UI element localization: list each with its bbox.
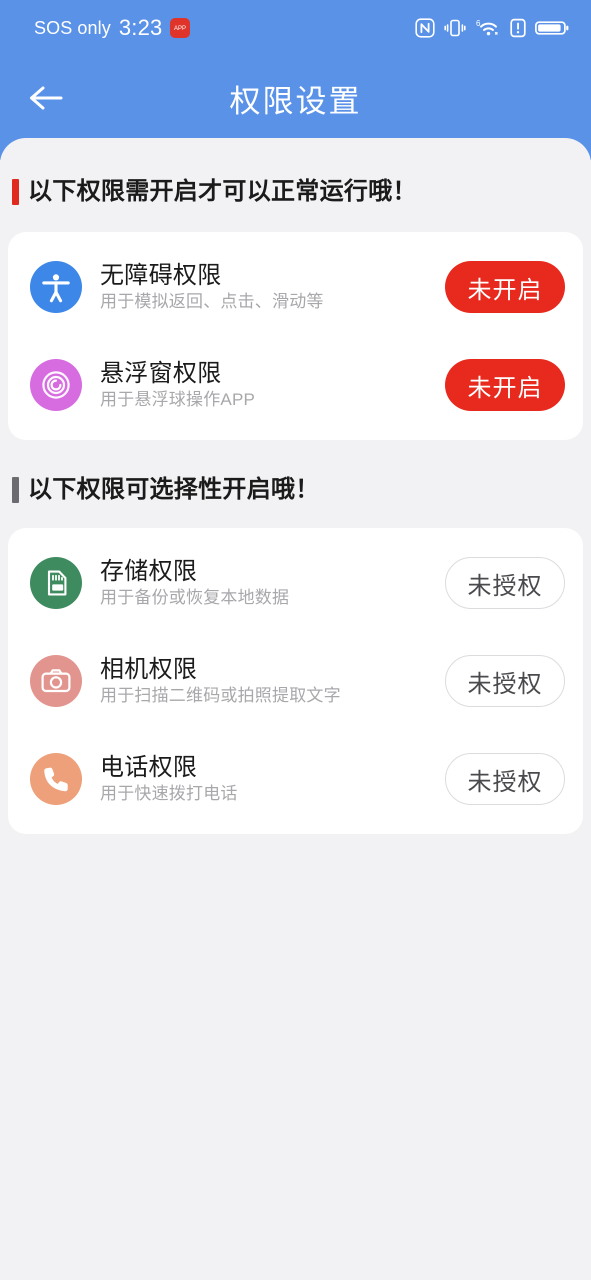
wifi-6-icon: 6 (476, 19, 498, 36)
section-accent-bar (12, 179, 19, 205)
battery-icon (535, 21, 569, 35)
permission-row-camera[interactable]: 相机权限 用于扫描二维码或拍照提取文字 未授权 (8, 632, 583, 730)
permission-action-button-accessibility[interactable]: 未开启 (445, 261, 565, 313)
status-bar-left: SOS only 3:23 APP (34, 15, 191, 40)
permission-text-storage: 存储权限 用于备份或恢复本地数据 (100, 559, 445, 607)
permission-text-phone: 电话权限 用于快速拨打电话 (100, 755, 445, 803)
sd-card-icon (30, 557, 82, 609)
alert-icon (510, 18, 526, 38)
page-title: 权限设置 (229, 83, 362, 119)
permission-action-button-storage[interactable]: 未授权 (445, 557, 565, 609)
permission-subtitle: 用于快速拨打电话 (100, 784, 238, 804)
permission-row-floating-window[interactable]: 悬浮窗权限 用于悬浮球操作APP 未开启 (8, 336, 583, 434)
floating-window-icon (30, 359, 82, 411)
app-bar: 权限设置 (0, 56, 591, 140)
status-bar-right: 6 (415, 18, 569, 38)
nfc-icon (415, 18, 435, 38)
section-title-label: 以下权限需开启才可以正常运行哦！ (28, 178, 417, 205)
section-header-required: 以下权限需开启才可以正常运行哦！ (0, 170, 591, 214)
back-button[interactable] (10, 62, 82, 134)
permission-text-camera: 相机权限 用于扫描二维码或拍照提取文字 (100, 657, 445, 705)
permission-action-button-floating-window[interactable]: 未开启 (445, 359, 565, 411)
section-header-optional: 以下权限可选择性开启哦！ (0, 468, 591, 512)
phone-icon (30, 753, 82, 805)
app-notification-badge-icon: APP (170, 18, 191, 38)
permission-card-optional: 存储权限 用于备份或恢复本地数据 未授权 相机权限 用于扫描二维码或拍照提取文字… (8, 528, 583, 834)
permission-text-accessibility: 无障碍权限 用于模拟返回、点击、滑动等 (100, 263, 445, 311)
status-bar: SOS only 3:23 APP 6 (0, 0, 591, 56)
permission-title: 悬浮窗权限 (100, 359, 222, 387)
permission-action-button-phone[interactable]: 未授权 (445, 753, 565, 805)
carrier-label: SOS only (34, 18, 111, 38)
permission-subtitle: 用于扫描二维码或拍照提取文字 (100, 686, 341, 706)
section-title-label: 以下权限可选择性开启哦！ (28, 476, 320, 503)
permission-card-required: 无障碍权限 用于模拟返回、点击、滑动等 未开启 悬浮窗权限 用于悬浮球操作APP… (8, 232, 583, 440)
clock-label: 3:23 (118, 15, 163, 40)
permissions-sheet: 以下权限需开启才可以正常运行哦！ 无障碍权限 用于模拟返回、点击、滑动等 未开启 (0, 138, 591, 1280)
permission-action-button-camera[interactable]: 未授权 (445, 655, 565, 707)
vibrate-icon (444, 19, 466, 37)
permission-subtitle: 用于备份或恢复本地数据 (100, 588, 290, 608)
camera-icon (30, 655, 82, 707)
permission-row-accessibility[interactable]: 无障碍权限 用于模拟返回、点击、滑动等 未开启 (8, 238, 583, 336)
permission-row-storage[interactable]: 存储权限 用于备份或恢复本地数据 未授权 (8, 534, 583, 632)
permission-title: 电话权限 (100, 753, 198, 781)
permission-title: 存储权限 (100, 557, 198, 585)
permission-subtitle: 用于悬浮球操作APP (100, 390, 256, 410)
arrow-left-icon (30, 86, 63, 110)
accessibility-icon (30, 261, 82, 313)
app-notification-badge-label: APP (174, 25, 187, 31)
permission-row-phone[interactable]: 电话权限 用于快速拨打电话 未授权 (8, 730, 583, 828)
permission-title: 相机权限 (100, 655, 198, 683)
section-accent-bar (12, 477, 19, 503)
permission-title: 无障碍权限 (100, 261, 222, 289)
permission-text-floating-window: 悬浮窗权限 用于悬浮球操作APP (100, 361, 445, 409)
permission-subtitle: 用于模拟返回、点击、滑动等 (100, 292, 324, 312)
